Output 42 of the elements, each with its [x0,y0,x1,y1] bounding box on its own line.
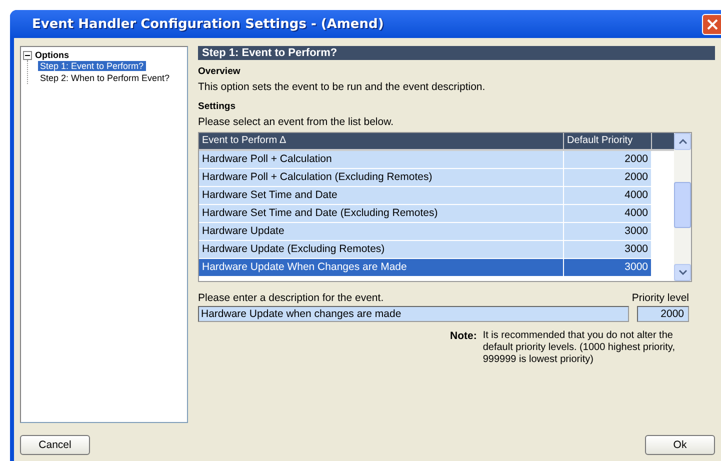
scroll-thumb[interactable] [674,182,691,228]
table-cell[interactable]: 2000 [564,169,652,186]
table-cell[interactable]: 2000 [564,151,652,168]
close-icon [707,18,718,30]
close-button[interactable] [702,14,721,34]
cancel-button[interactable]: Cancel [20,435,90,455]
window-title: Event Handler Configuration Settings - (Amend) [32,16,384,32]
priority-label: Priority level [632,292,689,304]
table-cell[interactable]: Hardware Update [199,223,564,240]
table-cell[interactable]: 3000 [564,223,652,240]
table-cell[interactable]: 4000 [564,205,652,222]
description-field[interactable]: Hardware Update when changes are made [198,306,629,322]
table-cell[interactable]: Hardware Poll + Calculation [199,151,564,168]
table-cell[interactable]: Hardware Update When Changes are Made [199,259,564,276]
chevron-up-icon [678,139,686,144]
scroll-up-button[interactable] [674,133,691,150]
column-header[interactable]: Event to Perform ∆ [199,133,564,149]
instruction-text: Please select an event from the list below. [198,116,395,128]
chevron-down-icon [678,270,686,275]
collapse-toggle[interactable] [23,50,32,60]
tree-root-label: Options [35,50,69,60]
minus-icon [25,54,30,56]
table-cell[interactable]: Hardware Poll + Calculation (Excluding Remotes) [199,169,564,186]
ok-button[interactable]: Ok [645,435,715,455]
priority-field[interactable]: 2000 [637,306,689,322]
table-cell[interactable]: Hardware Update (Excluding Remotes) [199,241,564,258]
note-label: Note: [450,330,477,344]
note-text: It is recommended that you do not alter the default priority levels. (1000 highest priority, 999999 is lowest priority) [482,330,676,366]
scrollbar[interactable] [674,133,691,281]
section-heading: Settings [198,101,236,112]
description-label: Please enter a description for the event. [198,292,384,304]
table-cell[interactable]: 3000 [564,259,652,276]
table-cell[interactable]: 3000 [564,241,652,258]
section-heading: Overview [198,66,242,77]
tree-item[interactable]: Step 2: When to Perform Event? [38,73,172,83]
tree-item[interactable]: Step 1: Event to Perform? [38,61,146,71]
overview-text: This option sets the event to be run and the event description. [198,81,486,93]
step-header: Step 1: Event to Perform? [198,46,715,60]
scroll-down-button[interactable] [674,264,691,281]
table-cell[interactable]: 4000 [564,187,652,204]
table-cell[interactable]: Hardware Set Time and Date [199,187,564,204]
table-cell[interactable]: Hardware Set Time and Date (Excluding Remotes) [199,205,564,222]
